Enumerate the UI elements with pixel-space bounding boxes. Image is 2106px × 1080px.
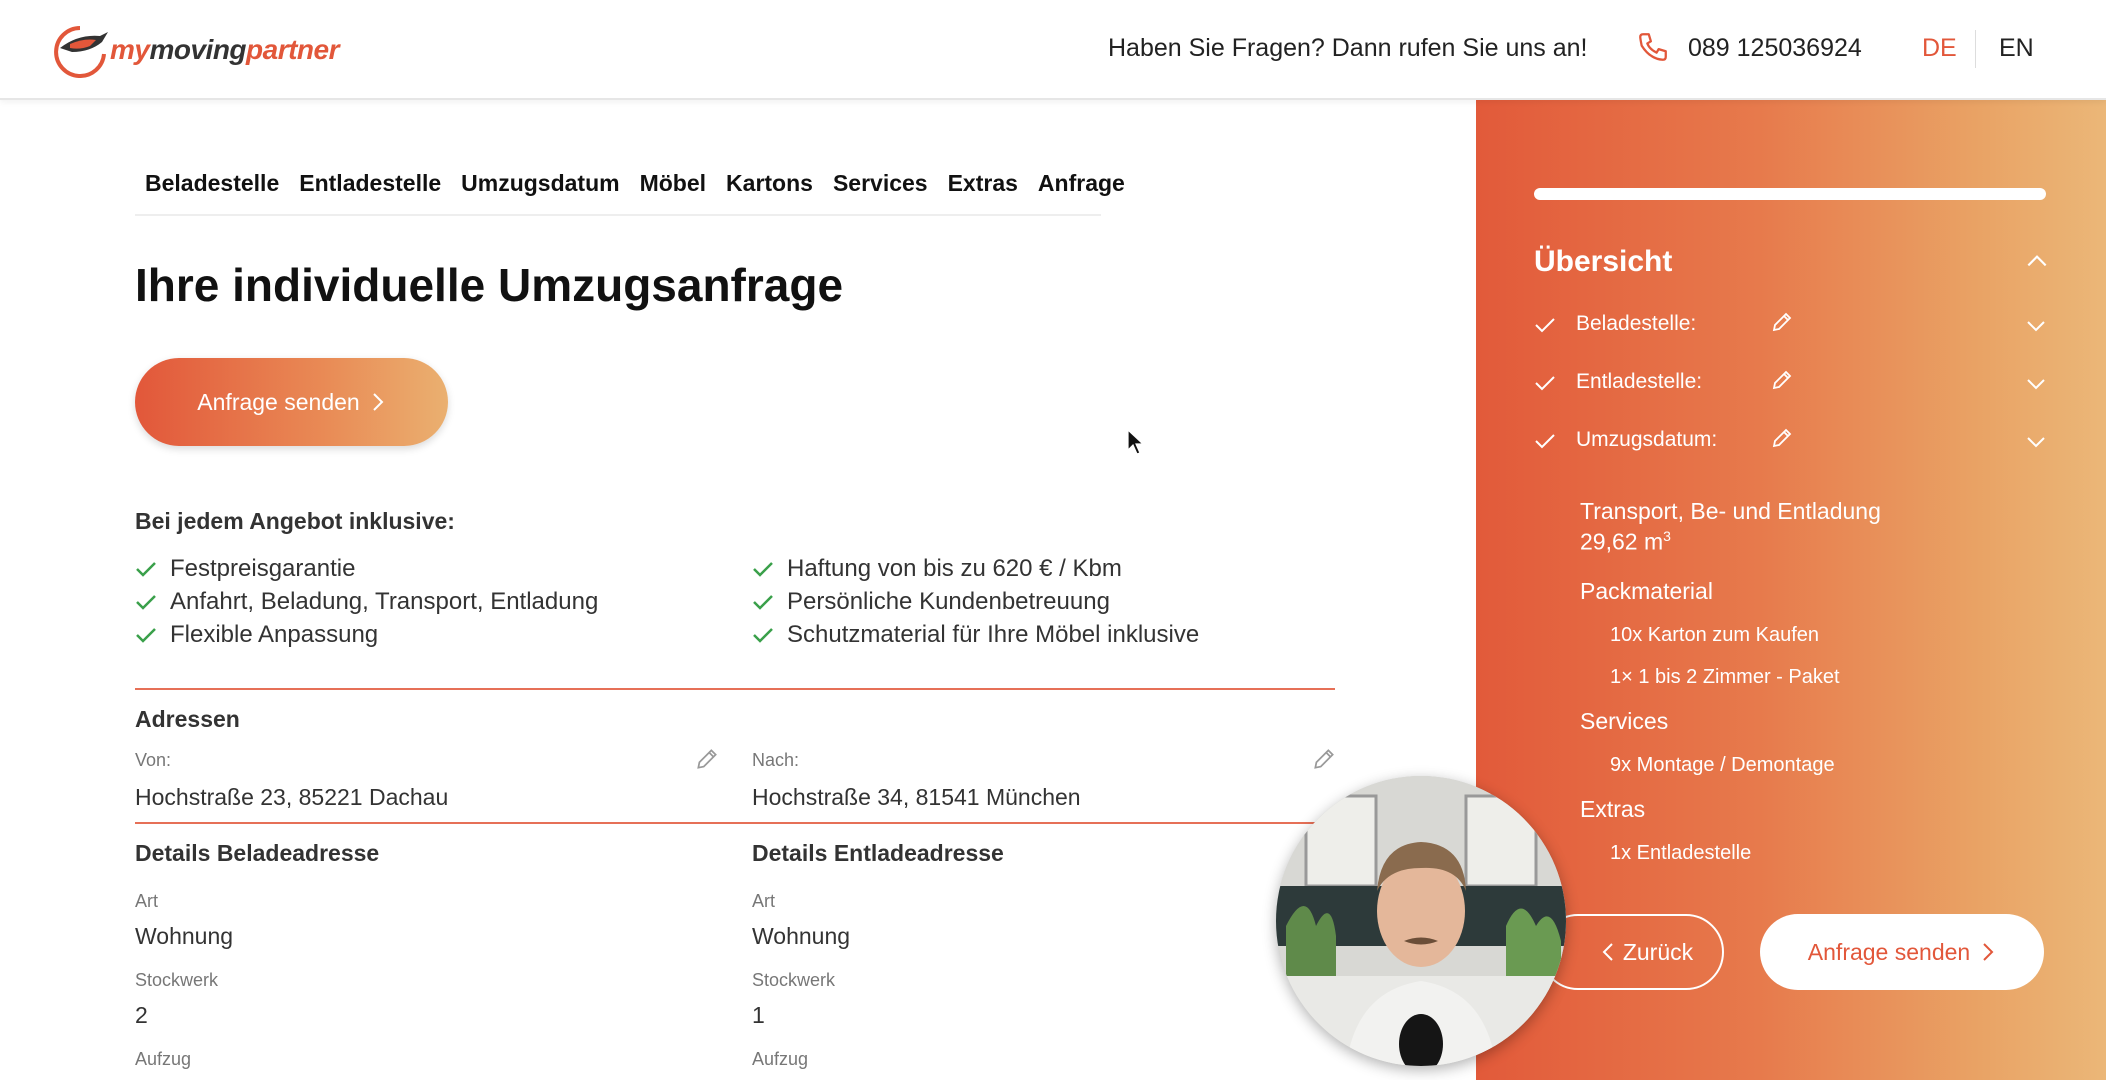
overview-row-entladestelle[interactable]: Entladestelle: (1534, 368, 2054, 398)
list-item: Persönliche Kundenbetreuung (752, 585, 1199, 618)
webcam-overlay (1276, 776, 1566, 1066)
page-title: Ihre individuelle Umzugsanfrage (135, 259, 844, 311)
included-title: Bei jedem Angebot inklusive: (135, 508, 455, 534)
edit-pencil-icon[interactable] (1770, 426, 1794, 450)
step-umzugsdatum[interactable]: Umzugsdatum (461, 160, 619, 214)
language-en-link[interactable]: EN (1999, 34, 2034, 63)
step-kartons[interactable]: Kartons (726, 160, 813, 214)
overview-title: Übersicht (1534, 245, 1673, 278)
addresses-title: Adressen (135, 706, 240, 732)
chevron-right-icon (372, 393, 384, 411)
section-divider (135, 688, 1335, 690)
chevron-down-icon[interactable] (2024, 430, 2048, 454)
header: mymovingpartner Haben Sie Fragen? Dann r… (0, 0, 2106, 100)
check-icon (753, 627, 773, 643)
step-services[interactable]: Services (833, 160, 928, 214)
load-type-label: Art (135, 891, 159, 911)
summary-packmaterial-title: Packmaterial (1580, 578, 1713, 604)
list-item: Haftung von bis zu 620 € / Kbm (752, 552, 1199, 585)
step-moebel[interactable]: Möbel (640, 160, 706, 214)
summary-extra-item: 1x Entladestelle (1610, 842, 1752, 864)
check-icon (1535, 434, 1555, 449)
chevron-up-icon[interactable] (2024, 248, 2050, 274)
back-button[interactable]: Zurück (1540, 914, 1724, 990)
summary-services-title: Services (1580, 708, 1669, 734)
chevron-down-icon[interactable] (2024, 314, 2048, 338)
check-icon (1535, 376, 1555, 391)
mouse-cursor-icon (1127, 428, 1144, 455)
section-divider (135, 822, 1335, 824)
chevron-down-icon[interactable] (2024, 372, 2048, 396)
check-icon (1535, 318, 1555, 333)
load-floor-label: Stockwerk (135, 970, 219, 990)
check-icon (136, 561, 156, 577)
summary-pack-item: 10x Karton zum Kaufen (1610, 624, 1820, 646)
step-anfrage[interactable]: Anfrage (1038, 160, 1125, 214)
list-item: Schutzmaterial für Ihre Möbel inklusive (752, 618, 1199, 651)
phone-number[interactable]: 089 125036924 (1688, 34, 1862, 63)
from-label: Von: (135, 750, 172, 770)
unload-lift-label: Aufzug (752, 1049, 809, 1069)
summary-service-item: 9x Montage / Demontage (1610, 754, 1835, 776)
contact-question: Haben Sie Fragen? Dann rufen Sie uns an! (1108, 34, 1588, 62)
summary-volume: 29,62 m3 (1580, 528, 1671, 555)
unload-type-label: Art (752, 891, 776, 911)
list-item: Flexible Anpassung (135, 618, 598, 651)
step-navigation: Beladestelle Entladestelle Umzugsdatum M… (135, 160, 1125, 216)
summary-extras-title: Extras (1580, 796, 1646, 822)
send-request-button[interactable]: Anfrage senden (135, 358, 448, 446)
chevron-right-icon (1983, 943, 1994, 961)
check-icon (753, 561, 773, 577)
edit-pencil-icon[interactable] (1770, 368, 1794, 392)
logo[interactable]: mymovingpartner (50, 20, 339, 80)
unload-floor-label: Stockwerk (752, 970, 836, 990)
logo-text: mymovingpartner (110, 34, 339, 65)
summary-transport: Transport, Be- und Entladung (1580, 498, 1881, 524)
language-divider (1975, 30, 1976, 68)
overview-row-beladestelle[interactable]: Beladestelle: (1534, 310, 2054, 340)
phone-icon[interactable] (1636, 30, 1670, 64)
step-beladestelle[interactable]: Beladestelle (145, 160, 279, 214)
details-unload-title: Details Entladeadresse (752, 840, 1004, 866)
included-list-left: Festpreisgarantie Anfahrt, Beladung, Tra… (135, 552, 598, 651)
check-icon (753, 594, 773, 610)
overview-row-umzugsdatum[interactable]: Umzugsdatum: (1534, 426, 2054, 456)
to-label: Nach: (752, 750, 800, 770)
details-load-title: Details Beladeadresse (135, 840, 380, 866)
to-address: Hochstraße 34, 81541 München (752, 784, 1081, 810)
logo-icon (54, 26, 108, 78)
chevron-left-icon (1602, 943, 1613, 961)
included-list-right: Haftung von bis zu 620 € / Kbm Persönlic… (752, 552, 1199, 651)
load-type-value: Wohnung (135, 923, 234, 949)
load-floor-value: 2 (135, 1002, 148, 1028)
language-de-link[interactable]: DE (1922, 34, 1957, 63)
list-item: Festpreisgarantie (135, 552, 598, 585)
check-icon (136, 627, 156, 643)
step-extras[interactable]: Extras (948, 160, 1018, 214)
sidebar-send-request-button[interactable]: Anfrage senden (1760, 914, 2044, 990)
list-item: Anfahrt, Beladung, Transport, Entladung (135, 585, 598, 618)
edit-pencil-icon[interactable] (1311, 746, 1337, 772)
edit-pencil-icon[interactable] (1770, 310, 1794, 334)
from-address: Hochstraße 23, 85221 Dachau (135, 784, 449, 810)
load-lift-label: Aufzug (135, 1049, 192, 1069)
progress-bar (1534, 188, 2046, 200)
unload-floor-value: 1 (752, 1002, 765, 1028)
summary-pack-item: 1× 1 bis 2 Zimmer - Paket (1610, 666, 1840, 688)
step-entladestelle[interactable]: Entladestelle (299, 160, 441, 214)
check-icon (136, 594, 156, 610)
edit-pencil-icon[interactable] (694, 746, 720, 772)
webcam-person-image (1276, 776, 1566, 1066)
unload-type-value: Wohnung (752, 923, 851, 949)
